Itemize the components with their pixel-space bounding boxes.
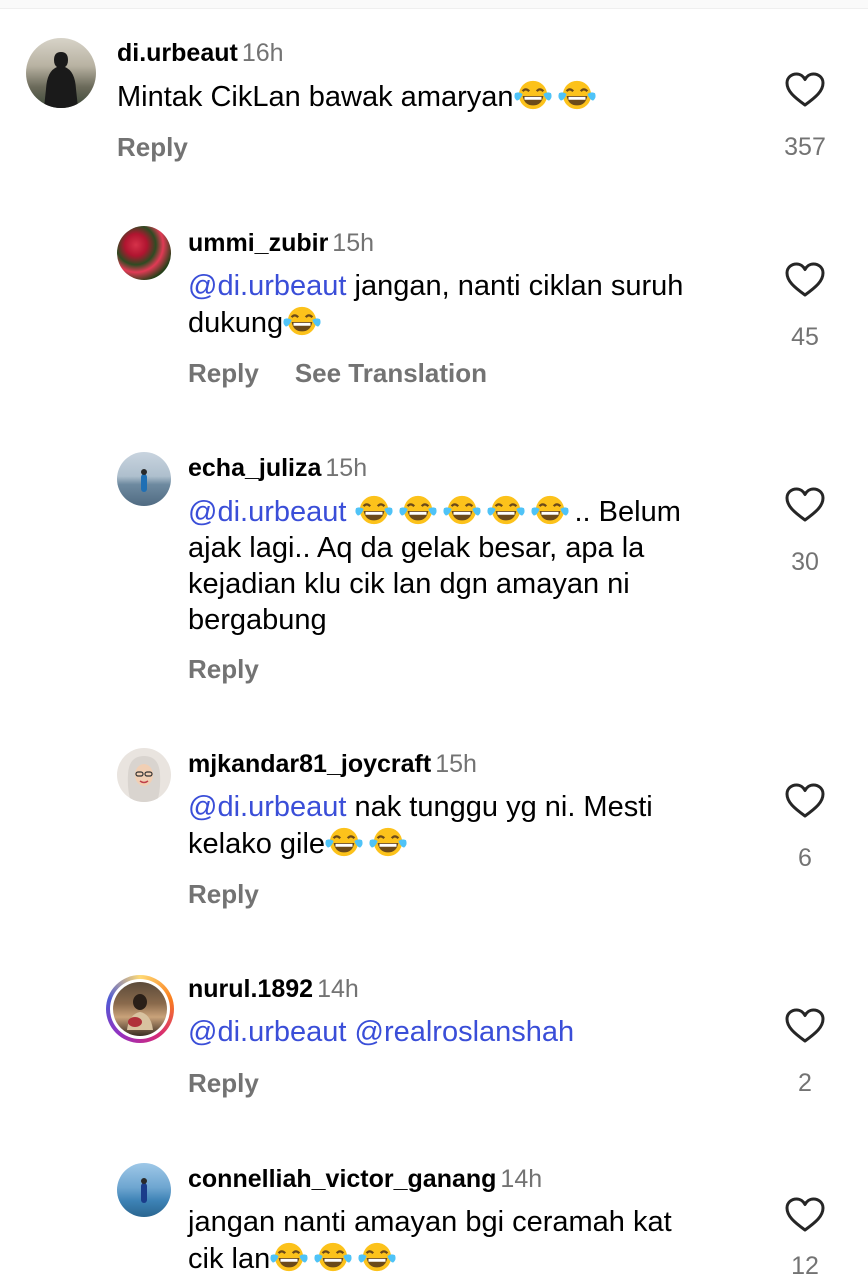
see-translation-button[interactable]: See Translation xyxy=(295,358,487,388)
like-area: 6 xyxy=(771,783,839,873)
avatar[interactable] xyxy=(113,982,167,1036)
like-area: 12 xyxy=(771,1197,839,1281)
mention-link[interactable]: @di.urbeaut xyxy=(188,791,346,823)
avatar-figure-icon xyxy=(127,756,161,802)
avatar[interactable] xyxy=(117,226,171,280)
reply-button[interactable]: Reply xyxy=(188,879,259,909)
username[interactable]: nurul.1892 xyxy=(188,975,313,1003)
reply-button[interactable]: Reply xyxy=(117,132,188,162)
comment-text: @di.urbeaut @realroslanshah xyxy=(188,1014,748,1050)
timestamp: 14h xyxy=(317,975,359,1003)
username[interactable]: echa_juliza xyxy=(188,454,321,482)
heart-outline-icon[interactable] xyxy=(785,783,825,819)
face-with-tears-of-joy-emoji xyxy=(358,1240,396,1274)
heart-outline-icon[interactable] xyxy=(785,1197,825,1233)
username[interactable]: mjkandar81_joycraft xyxy=(188,750,431,778)
like-count: 12 xyxy=(791,1252,819,1280)
like-area: 45 xyxy=(771,262,839,352)
like-count: 357 xyxy=(784,133,826,161)
heart-outline-icon[interactable] xyxy=(785,1008,825,1044)
comment-actions: Reply xyxy=(188,654,295,684)
like-area: 30 xyxy=(771,487,839,577)
like-count: 2 xyxy=(798,1069,812,1097)
story-ring[interactable] xyxy=(106,975,174,1043)
face-with-tears-of-joy-emoji xyxy=(531,493,569,527)
comment-text: jangan nanti amayan bgi ceramah kat cik … xyxy=(188,1206,672,1275)
comment-actions: Reply See Translation xyxy=(188,358,523,388)
comment-header: nurul.1892 14h xyxy=(188,974,359,1004)
reply-button[interactable]: Reply xyxy=(188,654,259,684)
avatar[interactable] xyxy=(117,452,171,506)
like-count: 30 xyxy=(791,548,819,576)
timestamp: 15h xyxy=(435,750,477,778)
face-with-tears-of-joy-emoji xyxy=(283,304,321,338)
face-with-tears-of-joy-emoji xyxy=(514,78,552,112)
reply-button[interactable]: Reply xyxy=(188,1068,259,1098)
like-area: 2 xyxy=(771,1008,839,1098)
comment-text: Mintak CikLan bawak amaryan xyxy=(117,78,737,115)
face-with-tears-of-joy-emoji xyxy=(487,493,525,527)
avatar[interactable] xyxy=(117,748,171,802)
comment-actions: Reply xyxy=(188,879,295,909)
reply-button[interactable]: Reply xyxy=(188,358,259,388)
comment-actions: Reply xyxy=(188,1068,295,1098)
timestamp: 15h xyxy=(332,229,375,257)
face-with-tears-of-joy-emoji xyxy=(443,493,481,527)
timestamp: 16h xyxy=(241,39,284,67)
face-with-tears-of-joy-emoji xyxy=(558,78,596,112)
mention-link[interactable]: @realroslanshah xyxy=(355,1016,575,1048)
face-with-tears-of-joy-emoji xyxy=(270,1240,308,1274)
face-with-tears-of-joy-emoji xyxy=(314,1240,352,1274)
avatar-figure-icon xyxy=(127,994,153,1030)
like-count: 45 xyxy=(791,323,819,351)
like-area: 357 xyxy=(771,72,839,162)
face-with-tears-of-joy-emoji xyxy=(369,825,407,859)
username[interactable]: di.urbeaut xyxy=(117,39,238,67)
username[interactable]: connelliah_victor_ganang xyxy=(188,1165,496,1193)
comment-header: mjkandar81_joycraft 15h xyxy=(188,749,477,779)
mention-link[interactable]: @di.urbeaut xyxy=(188,270,346,302)
face-with-tears-of-joy-emoji xyxy=(355,493,393,527)
face-with-tears-of-joy-emoji xyxy=(399,493,437,527)
comment-header: echa_juliza 15h xyxy=(188,453,367,483)
heart-outline-icon[interactable] xyxy=(785,262,825,298)
avatar-figure-icon xyxy=(141,469,147,492)
like-count: 6 xyxy=(798,844,812,872)
comment-text: @di.urbeaut .. Belum ajak lagi.. Aq da g… xyxy=(188,493,748,638)
comment-header: ummi_zubir 15h xyxy=(188,228,374,258)
avatar[interactable] xyxy=(26,38,96,108)
comment-actions: Reply xyxy=(117,132,224,162)
timestamp: 15h xyxy=(325,454,368,482)
comment-header: di.urbeaut 16h xyxy=(117,38,284,68)
top-divider xyxy=(0,0,868,9)
avatar-figure-icon xyxy=(44,52,78,108)
username[interactable]: ummi_zubir xyxy=(188,229,328,257)
comment-header: connelliah_victor_ganang 14h xyxy=(188,1164,542,1194)
avatar-figure-icon xyxy=(141,1178,147,1203)
face-with-tears-of-joy-emoji xyxy=(325,825,363,859)
mention-link[interactable]: @di.urbeaut xyxy=(188,1016,346,1048)
comment-text: @di.urbeaut jangan, nanti ciklan suruh d… xyxy=(188,270,684,339)
mention-link[interactable]: @di.urbeaut xyxy=(188,496,346,528)
comment-text: @di.urbeaut nak tunggu yg ni. Mesti kela… xyxy=(188,791,653,860)
heart-outline-icon[interactable] xyxy=(785,72,825,108)
avatar[interactable] xyxy=(117,1163,171,1217)
timestamp: 14h xyxy=(500,1165,543,1193)
heart-outline-icon[interactable] xyxy=(785,487,825,523)
